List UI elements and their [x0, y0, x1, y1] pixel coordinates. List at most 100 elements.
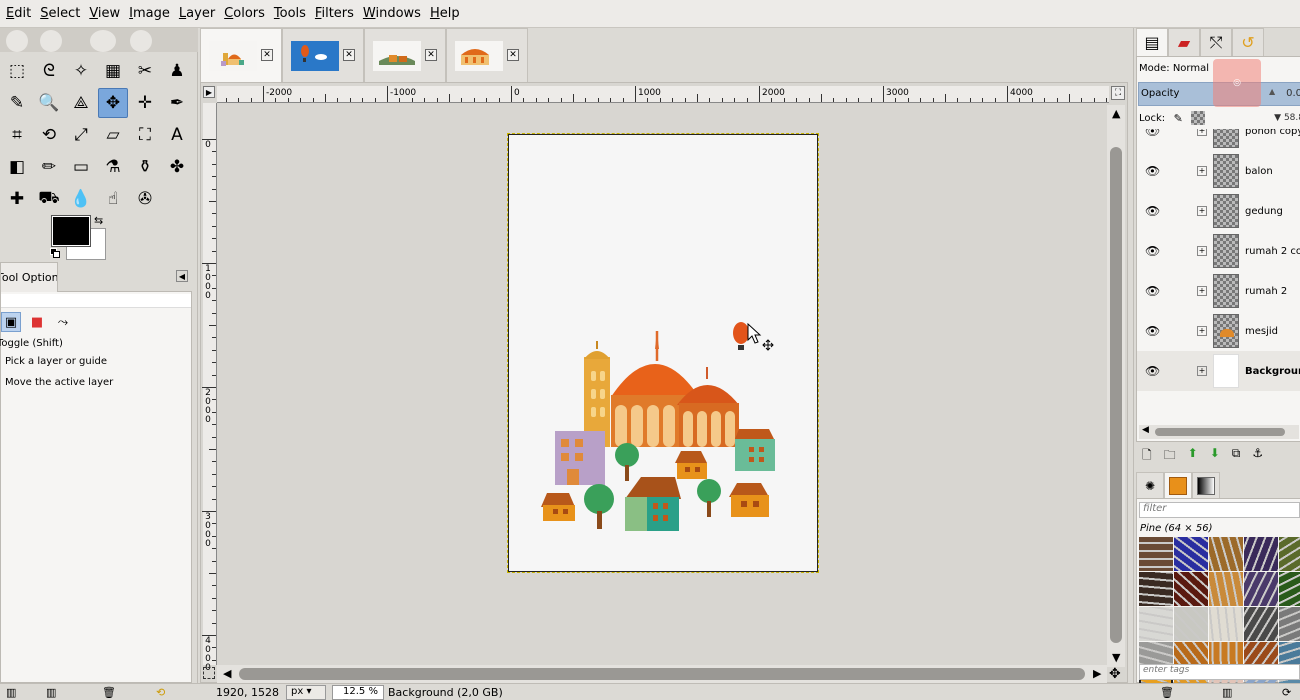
layer-row[interactable]: 👁 + rumah 2 copy [1137, 231, 1300, 271]
duplicate-layer-icon[interactable]: ⧉ [1232, 446, 1241, 464]
layer-row[interactable]: 👁 + pohon copy [1137, 129, 1300, 151]
crop-icon[interactable]: ⌗ [2, 120, 32, 150]
shear-icon[interactable]: ▱ [98, 120, 128, 150]
scissors-select-icon[interactable]: ✂ [130, 56, 160, 86]
configure-tab-icon[interactable]: ◀ [176, 270, 188, 282]
tab-tool-options[interactable]: Tool Options [0, 262, 58, 292]
visibility-eye-icon[interactable]: 👁 [1145, 129, 1160, 138]
patterns-tab-icon[interactable] [1164, 472, 1192, 498]
menu-windows[interactable]: Windows [363, 6, 430, 21]
align-icon[interactable]: ✛ [130, 88, 160, 118]
layer-name[interactable]: balon [1245, 166, 1273, 177]
menu-colors[interactable]: Colors [224, 6, 274, 21]
swap-colors-icon[interactable]: ⇆ [94, 214, 103, 227]
ink-icon[interactable]: ⚱ [130, 152, 160, 182]
pattern-swatch[interactable] [1139, 572, 1173, 606]
default-colors-icon[interactable] [50, 248, 60, 258]
layer-name[interactable]: mesjid [1245, 326, 1278, 337]
horizontal-scroll-thumb[interactable] [239, 668, 1085, 680]
move-layer-icon[interactable]: ▣ [1, 312, 21, 332]
vertical-ruler[interactable]: 0 1000 2000 3000 4000 [202, 103, 217, 673]
layer-link-icon[interactable]: + [1197, 286, 1207, 296]
pattern-swatch[interactable] [1209, 537, 1243, 571]
color-picker-icon[interactable]: ✎ [2, 88, 32, 118]
layer-link-icon[interactable]: + [1197, 366, 1207, 376]
layer-name[interactable]: pohon copy [1245, 129, 1300, 137]
clone-icon[interactable]: ✤ [162, 152, 192, 182]
layers-scrollbar[interactable]: ◀ [1139, 425, 1299, 439]
layer-name[interactable]: rumah 2 copy [1245, 246, 1300, 257]
opacity-spin-icon[interactable]: ▲ [1269, 87, 1275, 96]
close-tab-icon[interactable]: ✕ [261, 49, 273, 61]
pattern-swatch[interactable] [1209, 572, 1243, 606]
layer-row[interactable]: 👁 + rumah 2 [1137, 271, 1300, 311]
menu-help[interactable]: Help [430, 6, 469, 21]
airbrush-icon[interactable]: ⚗ [98, 152, 128, 182]
patterns-folder-icon[interactable]: ▥ [1222, 686, 1232, 699]
layers-scroll-thumb[interactable] [1155, 428, 1285, 436]
menu-image[interactable]: Image [129, 6, 179, 21]
menu-view[interactable]: View [89, 6, 129, 21]
lock-pixels-icon[interactable]: ✎ [1171, 111, 1185, 125]
channels-tab-icon[interactable]: ▰ [1168, 28, 1200, 56]
tab-balloon-image[interactable]: ✕ [282, 28, 364, 82]
close-tab-icon[interactable]: ✕ [425, 49, 437, 61]
paths-icon[interactable]: ✒ [162, 88, 192, 118]
pattern-swatch[interactable] [1244, 537, 1278, 571]
cage-transform-icon[interactable]: ⛶ [130, 120, 160, 150]
scroll-up-icon[interactable]: ▲ [1112, 107, 1120, 120]
layers-delete-icon[interactable]: 🗑 [1160, 686, 1174, 699]
pattern-filter-input[interactable]: filter [1139, 502, 1300, 518]
layer-row[interactable]: 👁 + balon [1137, 151, 1300, 191]
pattern-swatch[interactable] [1244, 607, 1278, 641]
layer-name[interactable]: gedung [1245, 206, 1283, 217]
zoom-selector[interactable]: 12.5 % ▾ [332, 685, 384, 700]
layer-link-icon[interactable]: + [1197, 129, 1207, 136]
horizontal-scrollbar[interactable]: ◀ ▶ [217, 665, 1107, 683]
image-menu-button[interactable]: ▶ [203, 86, 215, 98]
menu-filters[interactable]: Filters [315, 6, 363, 21]
move-active-layer-option[interactable]: Move the active layer [5, 377, 113, 388]
heal-icon[interactable]: ✚ [2, 184, 32, 214]
dodge-burn-icon[interactable]: ✇ [130, 184, 160, 214]
free-select-icon[interactable]: ᘓ [34, 56, 64, 86]
scroll-right-icon[interactable]: ▶ [1093, 667, 1101, 680]
gradients-tab-icon[interactable] [1192, 472, 1220, 498]
layer-name[interactable]: Background [1245, 366, 1300, 377]
close-tab-icon[interactable]: ✕ [507, 49, 519, 61]
delete-options-icon[interactable]: 🗑 [102, 686, 116, 699]
scroll-down-icon[interactable]: ▼ [1112, 651, 1120, 664]
new-layer-icon[interactable]: 🗋 [1142, 446, 1152, 464]
close-tab-icon[interactable]: ✕ [343, 49, 355, 61]
bucket-fill-icon[interactable]: ◧ [2, 152, 32, 182]
restore-options-icon[interactable]: ▥ [46, 686, 56, 699]
vertical-scrollbar[interactable]: ▲ ▼ [1107, 105, 1125, 667]
visibility-eye-icon[interactable]: 👁 [1145, 284, 1160, 298]
menu-select[interactable]: Select [40, 6, 89, 21]
layer-name[interactable]: rumah 2 [1245, 286, 1287, 297]
reset-options-icon[interactable]: ⟲ [156, 686, 165, 699]
pencil-icon[interactable]: ✏ [34, 152, 64, 182]
visibility-eye-icon[interactable]: 👁 [1145, 204, 1160, 218]
scale-icon[interactable]: ⤢ [66, 120, 96, 150]
foreground-select-icon[interactable]: ♟ [162, 56, 192, 86]
menu-tools[interactable]: Tools [274, 6, 315, 21]
pick-layer-option[interactable]: Pick a layer or guide [5, 356, 107, 367]
rotate-icon[interactable]: ⟲ [34, 120, 64, 150]
layer-link-icon[interactable]: + [1197, 206, 1207, 216]
pattern-swatch[interactable] [1244, 572, 1278, 606]
fuzzy-select-icon[interactable]: ✧ [66, 56, 96, 86]
pattern-swatch[interactable] [1279, 537, 1300, 571]
unit-selector[interactable]: px ▾ [286, 685, 326, 700]
visibility-eye-icon[interactable]: 👁 [1145, 364, 1160, 378]
layers-tab-icon[interactable]: ▤ [1136, 28, 1168, 56]
tab-building-image[interactable]: ✕ [446, 28, 528, 82]
pattern-tags-input[interactable]: enter tags [1139, 664, 1300, 680]
layer-row[interactable]: 👁 + gedung [1137, 191, 1300, 231]
zoom-fit-icon[interactable]: ⛶ [1111, 86, 1125, 100]
layer-link-icon[interactable]: + [1197, 246, 1207, 256]
tab-houses-image[interactable]: ✕ [364, 28, 446, 82]
paths-tab-icon[interactable]: ⤲ [1200, 28, 1232, 56]
zoom-icon[interactable]: 🔍 [34, 88, 64, 118]
anchor-layer-icon[interactable]: ⚓ [1252, 446, 1263, 464]
